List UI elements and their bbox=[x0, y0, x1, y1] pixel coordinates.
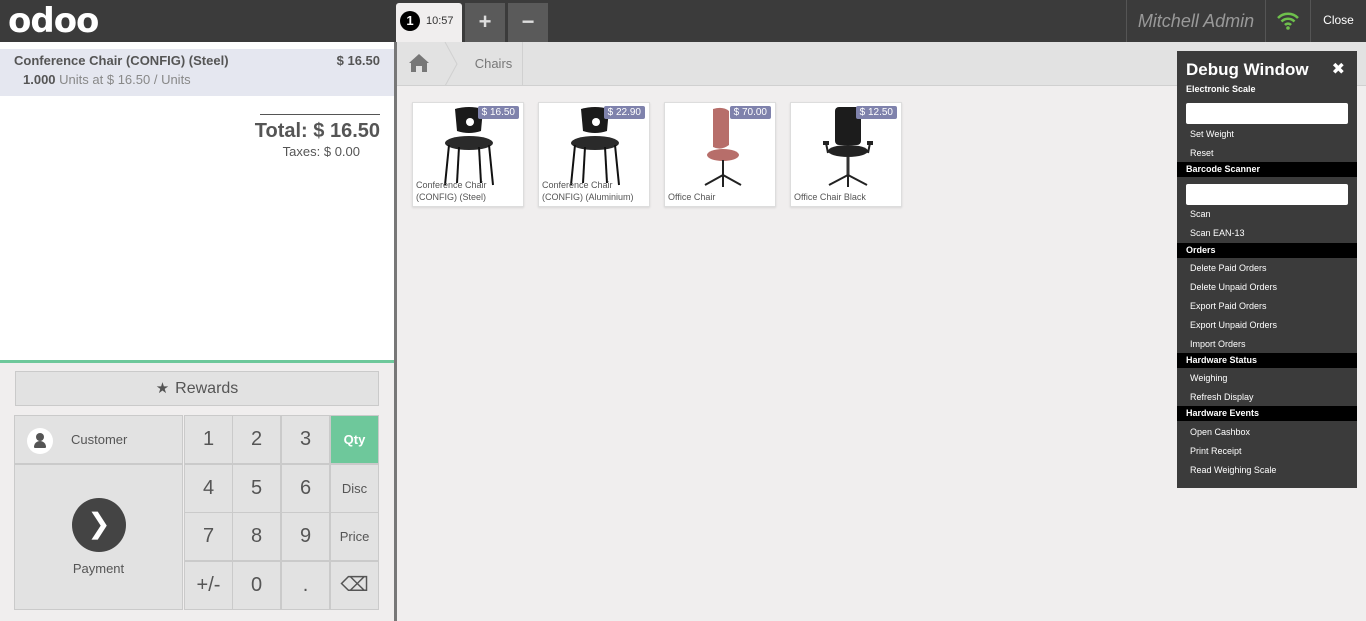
key-decimal[interactable]: . bbox=[281, 561, 330, 610]
order-line-detail: Units at $ 16.50 / Units bbox=[59, 72, 191, 87]
product-card[interactable]: $ 70.00 Office Chair bbox=[664, 102, 776, 207]
scan-ean13-button[interactable]: Scan EAN-13 bbox=[1190, 227, 1245, 239]
key-5[interactable]: 5 bbox=[232, 464, 281, 513]
refresh-display-button[interactable]: Refresh Display bbox=[1190, 391, 1254, 403]
section-hardware-events: Hardware Events bbox=[1177, 406, 1357, 421]
order-line-product: Conference Chair (CONFIG) (Steel) bbox=[14, 53, 229, 68]
order-time: 10:57 bbox=[426, 15, 454, 27]
product-card[interactable]: $ 22.90 Conference Chair (CONFIG) (Alumi… bbox=[538, 102, 650, 207]
product-name: Conference Chair (CONFIG) (Steel) bbox=[416, 180, 487, 202]
rewards-button[interactable]: ★ Rewards bbox=[15, 371, 379, 406]
backspace-icon[interactable]: ⌫ bbox=[330, 561, 379, 610]
weighing-status[interactable]: Weighing bbox=[1190, 372, 1227, 384]
username: Mitchell Admin bbox=[1126, 0, 1266, 42]
product-price: $ 12.50 bbox=[855, 106, 897, 119]
set-weight-button[interactable]: Set Weight bbox=[1190, 128, 1234, 140]
order-line[interactable]: Conference Chair (CONFIG) (Steel) $ 16.5… bbox=[0, 49, 394, 96]
product-name: Conference Chair (CONFIG) (Aluminium) bbox=[542, 180, 634, 202]
product-card[interactable]: $ 16.50 Conference Chair (CONFIG) (Steel… bbox=[412, 102, 524, 207]
barcode-input[interactable] bbox=[1186, 184, 1348, 205]
import-orders-button[interactable]: Import Orders bbox=[1190, 338, 1246, 350]
order-line-qty: 1.000 bbox=[23, 72, 56, 87]
order-line-info: 1.000 Units at $ 16.50 / Units bbox=[23, 72, 191, 87]
top-bar: odoo 1 10:57 + − Mitchell Admin Close bbox=[0, 0, 1366, 42]
key-2[interactable]: 2 bbox=[232, 415, 281, 464]
key-plus-minus[interactable]: +/- bbox=[184, 561, 233, 610]
product-price: $ 70.00 bbox=[729, 106, 771, 119]
product-price: $ 22.90 bbox=[603, 106, 645, 119]
open-cashbox-button[interactable]: Open Cashbox bbox=[1190, 426, 1250, 438]
section-barcode-scanner: Barcode Scanner bbox=[1177, 162, 1357, 177]
price-mode-button[interactable]: Price bbox=[330, 512, 379, 561]
product-card[interactable]: $ 12.50 Office Chair Black bbox=[790, 102, 902, 207]
scan-button[interactable]: Scan bbox=[1190, 208, 1211, 220]
read-weighing-scale-button[interactable]: Read Weighing Scale bbox=[1190, 464, 1276, 476]
debug-window: Debug Window ✖ Electronic Scale Set Weig… bbox=[1177, 51, 1357, 488]
control-pad: ★ Rewards Customer ❯ Payment 1 2 3 Qty 4 … bbox=[0, 360, 394, 621]
add-order-button[interactable]: + bbox=[465, 3, 505, 42]
user-icon bbox=[27, 428, 53, 454]
breadcrumb-separator bbox=[444, 42, 458, 86]
remove-order-button[interactable]: − bbox=[508, 3, 548, 42]
section-orders: Orders bbox=[1177, 243, 1357, 258]
order-line-price: $ 16.50 bbox=[336, 53, 380, 68]
key-8[interactable]: 8 bbox=[232, 512, 281, 561]
product-name: Office Chair bbox=[668, 192, 716, 202]
payment-label: Payment bbox=[72, 561, 125, 576]
home-icon[interactable] bbox=[397, 42, 443, 86]
reset-button[interactable]: Reset bbox=[1190, 147, 1214, 159]
product-price: $ 16.50 bbox=[477, 106, 519, 119]
export-unpaid-orders-button[interactable]: Export Unpaid Orders bbox=[1190, 319, 1277, 331]
breadcrumb-category[interactable]: Chairs bbox=[465, 42, 523, 86]
qty-mode-button[interactable]: Qty bbox=[330, 415, 379, 464]
customer-label: Customer bbox=[71, 432, 128, 447]
order-total: Total: $ 16.50 bbox=[254, 120, 380, 142]
key-7[interactable]: 7 bbox=[184, 512, 233, 561]
order-taxes: Taxes: $ 0.00 bbox=[282, 144, 360, 159]
weight-input[interactable] bbox=[1186, 103, 1348, 124]
chevron-right-icon: ❯ bbox=[72, 498, 126, 552]
rewards-label: Rewards bbox=[175, 380, 239, 397]
customer-button[interactable]: Customer bbox=[14, 415, 183, 464]
key-1[interactable]: 1 bbox=[184, 415, 233, 464]
order-number: 1 bbox=[400, 11, 420, 31]
delete-paid-orders-button[interactable]: Delete Paid Orders bbox=[1190, 262, 1267, 274]
close-icon[interactable]: ✖ bbox=[1332, 59, 1345, 79]
key-6[interactable]: 6 bbox=[281, 464, 330, 513]
key-9[interactable]: 9 bbox=[281, 512, 330, 561]
total-divider bbox=[260, 114, 380, 115]
key-3[interactable]: 3 bbox=[281, 415, 330, 464]
product-name: Office Chair Black bbox=[794, 192, 866, 202]
section-hardware-status: Hardware Status bbox=[1177, 353, 1357, 368]
key-0[interactable]: 0 bbox=[232, 561, 281, 610]
pane-divider bbox=[394, 42, 397, 621]
star-icon: ★ bbox=[155, 380, 170, 397]
export-paid-orders-button[interactable]: Export Paid Orders bbox=[1190, 300, 1267, 312]
odoo-logo: odoo bbox=[8, 1, 99, 41]
order-tab[interactable]: 1 10:57 bbox=[396, 3, 462, 42]
debug-title: Debug Window bbox=[1186, 60, 1309, 79]
key-4[interactable]: 4 bbox=[184, 464, 233, 513]
print-receipt-button[interactable]: Print Receipt bbox=[1190, 445, 1242, 457]
close-button[interactable]: Close bbox=[1310, 0, 1366, 42]
section-electronic-scale: Electronic Scale bbox=[1186, 84, 1256, 94]
wifi-icon bbox=[1277, 12, 1299, 30]
payment-button[interactable]: ❯ Payment bbox=[14, 464, 183, 610]
disc-mode-button[interactable]: Disc bbox=[330, 464, 379, 513]
delete-unpaid-orders-button[interactable]: Delete Unpaid Orders bbox=[1190, 281, 1277, 293]
order-pane: Conference Chair (CONFIG) (Steel) $ 16.5… bbox=[0, 42, 394, 621]
